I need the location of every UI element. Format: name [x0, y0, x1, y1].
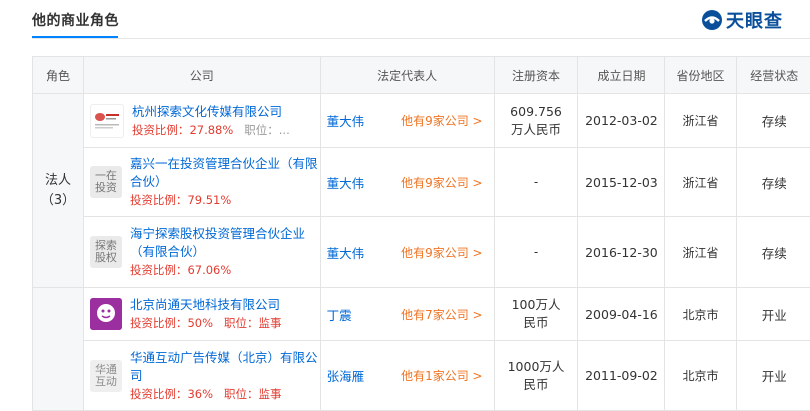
founded-cell: 2012-03-02	[577, 93, 666, 148]
company-stake-line: 投资比例：67.06%	[130, 261, 320, 279]
role-cell-empty	[32, 287, 84, 411]
company-name-link[interactable]: 嘉兴一在投资管理合伙企业（有限合伙）	[130, 155, 320, 191]
stake-label: 投资比例：	[131, 122, 190, 137]
section-header: 他的商业角色 天眼查	[0, 0, 810, 40]
position-label: 职位：	[223, 386, 259, 401]
legal-rep-link[interactable]: 董大伟	[327, 243, 365, 262]
brand-logo[interactable]: 天眼查	[700, 7, 783, 33]
business-roles-table: 角色 公司 法定代表人 注册资本 成立日期 省份地区 经营状态 法人 （3） 杭…	[32, 56, 810, 411]
capital-cell: -	[493, 147, 579, 217]
capital-cell: 100万人 民币	[493, 287, 579, 341]
legal-rep-link[interactable]: 丁震	[327, 305, 352, 324]
region-cell: 浙江省	[664, 216, 737, 288]
stake-value: 67.06%	[187, 263, 232, 277]
legal-rep-cell: 董大伟 他有9家公司 >	[319, 216, 495, 288]
legal-rep-link[interactable]: 董大伟	[327, 111, 365, 130]
region-cell: 浙江省	[664, 93, 737, 148]
stake-value: 27.88%	[189, 122, 234, 137]
stake-label: 投资比例：	[129, 193, 188, 207]
legal-rep-link[interactable]: 董大伟	[327, 173, 365, 192]
rep-companies-link[interactable]: 他有1家公司 >	[401, 367, 483, 384]
stake-label: 投资比例：	[129, 316, 188, 330]
status-cell: 存续	[735, 216, 810, 288]
founded-cell: 2016-12-30	[577, 216, 666, 288]
col-header-founded: 成立日期	[577, 56, 666, 94]
company-cell: 探索 股权 海宁探索股权投资管理合伙企业（有限合伙） 投资比例：67.06%	[82, 216, 321, 288]
company-logo	[89, 298, 122, 330]
status-cell: 存续	[735, 93, 810, 148]
section-title: 他的商业角色	[32, 13, 119, 29]
company-stake-line: 投资比例：27.88% 职位：...	[132, 121, 320, 139]
capital-cell: 1000万人 民币	[493, 340, 579, 411]
rep-companies-link[interactable]: 他有9家公司 >	[401, 244, 483, 261]
company-name-link[interactable]: 杭州探索文化传媒有限公司	[132, 103, 320, 121]
company-stake-line: 投资比例：79.51%	[130, 191, 320, 209]
status-cell: 开业	[735, 340, 810, 411]
position-value: 监事	[258, 386, 282, 401]
role-count: （3）	[40, 192, 76, 208]
legal-rep-cell: 丁震 他有7家公司 >	[319, 287, 495, 341]
stake-label: 投资比例：	[129, 263, 188, 277]
founded-cell: 2011-09-02	[577, 340, 666, 411]
legal-rep-cell: 董大伟 他有9家公司 >	[319, 147, 495, 217]
table-row: 一在 投资 嘉兴一在投资管理合伙企业（有限合伙） 投资比例：79.51% 董大伟…	[33, 147, 810, 217]
legal-rep-cell: 张海雁 他有1家公司 >	[319, 340, 495, 411]
table-row: 华通 互动 华通互动广告传媒（北京）有限公司 投资比例：36% 职位：监事 张海…	[33, 340, 810, 411]
rep-companies-link[interactable]: 他有9家公司 >	[401, 174, 483, 191]
role-label: 法人	[44, 172, 71, 188]
region-cell: 北京市	[664, 340, 737, 411]
col-header-status: 经营状态	[735, 56, 810, 94]
company-cell: 北京尚通天地科技有限公司 投资比例：50% 职位：监事	[82, 287, 321, 341]
company-logo-icon	[94, 112, 119, 128]
company-cell: 华通 互动 华通互动广告传媒（北京）有限公司 投资比例：36% 职位：监事	[82, 340, 321, 411]
col-header-company: 公司	[82, 56, 321, 94]
position-value: ...	[278, 122, 290, 137]
region-cell: 北京市	[664, 287, 737, 341]
company-name-link[interactable]: 北京尚通天地科技有限公司	[130, 296, 320, 314]
brand-name: 天眼查	[726, 11, 783, 32]
position-label: 职位：	[244, 122, 279, 137]
legal-rep-link[interactable]: 张海雁	[327, 366, 365, 385]
rep-companies-link[interactable]: 他有7家公司 >	[401, 306, 483, 323]
table-header-row: 角色 公司 法定代表人 注册资本 成立日期 省份地区 经营状态	[32, 56, 810, 94]
table-row: 北京尚通天地科技有限公司 投资比例：50% 职位：监事 丁震 他有7家公司 > …	[32, 287, 810, 411]
col-header-legal-rep: 法定代表人	[319, 56, 495, 94]
capital-cell: 609.756 万人民币	[493, 93, 579, 148]
table-row: 法人 （3） 杭州探索文化传媒有限公司 投资比例：27.88% 职位：... 董…	[32, 93, 810, 288]
company-logo-icon	[89, 298, 122, 330]
legal-rep-cell: 董大伟 他有9家公司 >	[319, 93, 495, 148]
stake-value: 36%	[187, 386, 213, 401]
company-logo: 华通 互动	[89, 359, 122, 392]
position-value: 监事	[258, 316, 282, 330]
col-header-region: 省份地区	[664, 56, 737, 94]
stake-label: 投资比例：	[129, 386, 188, 401]
company-name-link[interactable]: 海宁探索股权投资管理合伙企业（有限合伙）	[130, 225, 320, 261]
col-header-capital: 注册资本	[493, 56, 579, 94]
founded-cell: 2015-12-03	[577, 147, 666, 217]
stake-value: 50%	[187, 316, 213, 330]
company-stake-line: 投资比例：36% 职位：监事	[130, 385, 320, 403]
rep-companies-link[interactable]: 他有9家公司 >	[401, 112, 483, 129]
position-label: 职位：	[223, 316, 259, 330]
region-cell: 浙江省	[664, 147, 737, 217]
header-divider	[32, 38, 810, 39]
status-cell: 存续	[735, 147, 810, 217]
table-row: 探索 股权 海宁探索股权投资管理合伙企业（有限合伙） 投资比例：67.06% 董…	[33, 216, 810, 288]
role-cell-legal-person: 法人 （3）	[32, 93, 84, 288]
company-stake-line: 投资比例：50% 职位：监事	[130, 314, 320, 332]
stake-value: 79.51%	[187, 193, 232, 207]
capital-cell: -	[493, 216, 579, 288]
company-cell: 一在 投资 嘉兴一在投资管理合伙企业（有限合伙） 投资比例：79.51%	[82, 147, 321, 217]
company-logo	[89, 103, 124, 138]
company-cell: 杭州探索文化传媒有限公司 投资比例：27.88% 职位：...	[82, 93, 321, 148]
company-logo: 一在 投资	[89, 166, 122, 198]
col-header-role: 角色	[32, 56, 84, 94]
status-cell: 开业	[735, 287, 810, 341]
tianyancha-logo-icon	[702, 10, 722, 30]
company-logo: 探索 股权	[89, 236, 122, 268]
company-name-link[interactable]: 华通互动广告传媒（北京）有限公司	[130, 349, 320, 385]
founded-cell: 2009-04-16	[577, 287, 666, 341]
